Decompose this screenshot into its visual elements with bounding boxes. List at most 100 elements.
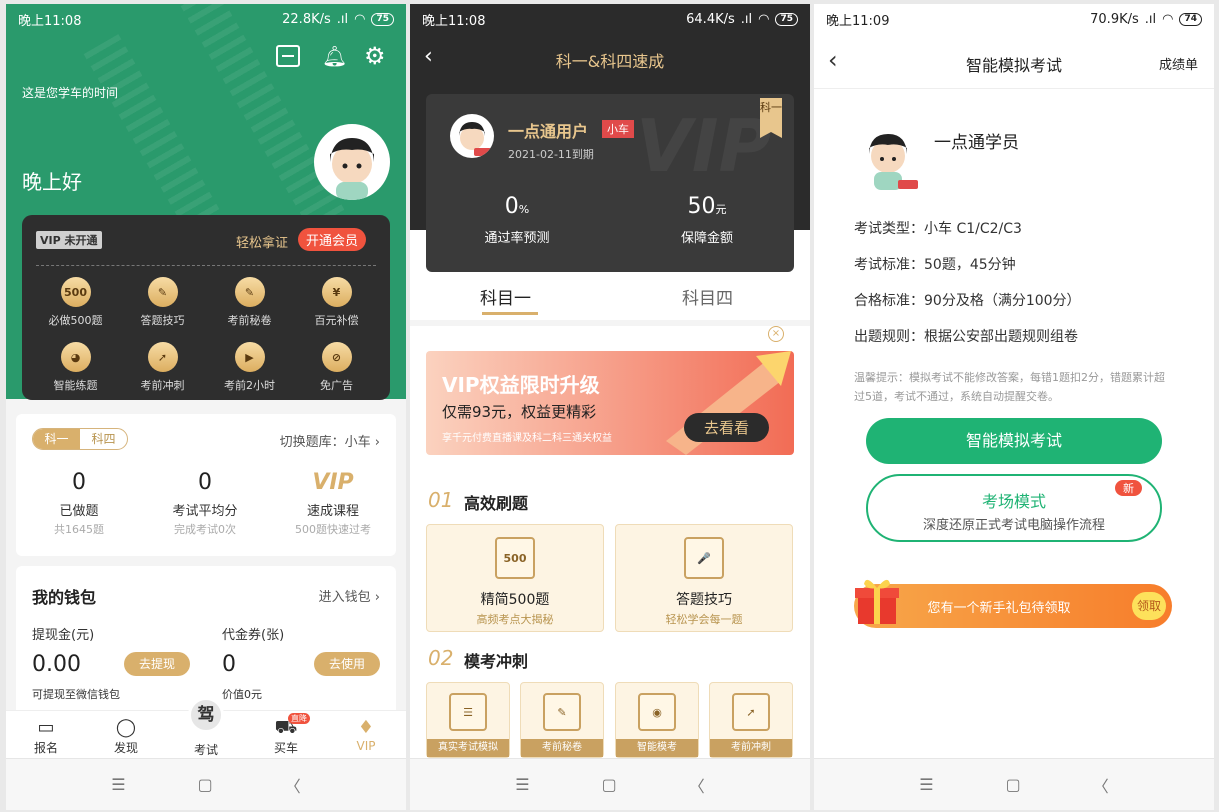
menu-key[interactable]: ☰ [111, 775, 125, 794]
stat-done[interactable]: 0 已做题 共1645题 [24, 470, 134, 537]
tab-ke4[interactable]: 科四 [80, 429, 127, 449]
status-time: 晚上11:08 [422, 13, 486, 29]
vip-feature-item[interactable]: 500 必做500题 [32, 277, 119, 328]
card-label: 考前秘卷 [521, 739, 603, 757]
pass-rate: 0% 通过率预测 [462, 194, 572, 246]
tab-vip[interactable]: ♦ VIP [326, 711, 406, 758]
avatar [450, 114, 494, 158]
exam-hall-mode-button[interactable]: 考场模式 深度还原正式考试电脑操作流程 新 [866, 474, 1162, 542]
subject-switch[interactable]: 科一 科四 [32, 428, 128, 450]
tab-label: 发现 [113, 741, 138, 755]
close-icon[interactable]: × [768, 326, 784, 342]
start-mock-exam-button[interactable]: 智能模拟考试 [866, 418, 1162, 464]
use-voucher-button[interactable]: 去使用 [314, 652, 380, 676]
withdraw-button[interactable]: 去提现 [124, 652, 190, 676]
home-key[interactable]: ▢ [198, 775, 213, 794]
feature-label: 智能练题 [53, 379, 98, 392]
stat-label: 考试平均分 [172, 504, 238, 519]
stat-value: 0 [198, 470, 212, 495]
tab-exam[interactable]: 驾考试 [166, 697, 246, 758]
section-number: 01 [428, 488, 454, 512]
card-title: 精简500题 [480, 592, 550, 608]
switch-bank-link[interactable]: 切换题库：小车 › [280, 431, 380, 450]
vip-feature-item[interactable]: ◕ 智能练题 [32, 342, 119, 393]
report-link[interactable]: 成绩单 [1159, 54, 1198, 73]
back-key[interactable]: 〈 [689, 773, 705, 797]
status-bar: 晚上11:08 64.4K/s .ıl ◠ 75 [410, 4, 810, 34]
net-speed: 70.9K/s [1090, 11, 1139, 27]
microphone-icon: 🎤 [684, 537, 724, 579]
vip-feature-item[interactable]: ➚ 考前冲刺 [119, 342, 206, 393]
discover-icon: ◯ [115, 717, 137, 738]
robot-icon: ◉ [638, 693, 676, 731]
bell-icon[interactable]: 🔔︎ [322, 44, 347, 68]
claim-gift-button[interactable]: 领取 [1132, 592, 1166, 620]
tab-buy-car[interactable]: 直降 ⛟ 买车 [246, 711, 326, 758]
home-key[interactable]: ▢ [602, 775, 617, 794]
home-key[interactable]: ▢ [1006, 775, 1021, 794]
phone-mock-exam: 晚上11:09 70.9K/s .ıl ◠ 74 ‹ 智能模拟考试 成绩单 一点通学员… [814, 4, 1214, 810]
500-icon: 500 [60, 277, 91, 307]
card-label: 真实考试模拟 [427, 739, 509, 757]
tab-discover[interactable]: ◯ 发现 [86, 711, 166, 758]
net-speed: 64.4K/s [686, 11, 735, 27]
tab-subject-1[interactable]: 科目一 [480, 284, 531, 309]
user-name: 一点通用户 [508, 122, 589, 141]
feature-label: 考前2小时 [224, 379, 275, 392]
info-value: 根据公安部出题规则组卷 [924, 329, 1078, 345]
stat-course[interactable]: VIP 速成课程 500题快速过考 [278, 470, 388, 537]
back-key[interactable]: 〈 [1093, 773, 1109, 797]
car-type-tag: 小车 [602, 120, 634, 138]
gear-icon[interactable]: ⚙ [364, 42, 386, 70]
feature-label: 考前秘卷 [227, 314, 272, 327]
info-key: 出题规则： [854, 329, 924, 345]
switch-bank-label: 切换题库：小车 [279, 435, 371, 450]
phone-home: 晚上11:08 22.8K/s .ıl ◠ 75 🔔︎ ⚙ 这是您学车的时间 晚上好 … [6, 4, 406, 810]
card-real-exam[interactable]: ☰ 真实考试模拟 [426, 682, 510, 758]
info-key: 考试类型： [854, 221, 924, 237]
card-500-questions[interactable]: 500 精简500题 高频考点大揭秘 [426, 524, 604, 632]
info-row: 合格标准：90分及格（满分100分） [854, 290, 1081, 310]
hall-mode-sub: 深度还原正式考试电脑操作流程 [922, 518, 1105, 533]
open-vip-button[interactable]: 开通会员 [298, 228, 367, 251]
signal-icon: .ıl [740, 11, 753, 27]
vip-user-card: VIP 一点通用户 小车 2021-02-11到期 科一 0% 通过率预测 50元… [426, 94, 794, 272]
checklist-icon: ☰ [449, 693, 487, 731]
tab-subject-4[interactable]: 科目四 [682, 284, 733, 309]
card-smart-exam[interactable]: ◉ 智能模考 [615, 682, 699, 758]
menu-key[interactable]: ☰ [515, 775, 529, 794]
wallet-card: 我的钱包 进入钱包 › 提现金(元) 0.00 去提现 可提现至微信钱包 代金券… [16, 566, 396, 716]
new-badge: 新 [1115, 480, 1142, 496]
divider [814, 88, 1214, 89]
system-nav-bar: ☰ ▢ 〈 [6, 758, 406, 810]
vip-feature-item[interactable]: ⊘ 免广告 [293, 342, 380, 393]
guarantee: 50元 保障金额 [652, 194, 762, 246]
tab-signup[interactable]: ▭ 报名 [6, 711, 86, 758]
stat-average[interactable]: 0 考试平均分 完成考试0次 [150, 470, 260, 537]
vip-feature-item[interactable]: ¥ 百元补偿 [293, 277, 380, 328]
tab-ke1[interactable]: 科一 [33, 429, 80, 449]
back-key[interactable]: 〈 [285, 773, 301, 797]
card-secret-paper[interactable]: ✎ 考前秘卷 [520, 682, 604, 758]
refund-icon: ¥ [321, 277, 352, 307]
runner-icon: ➚ [732, 693, 770, 731]
info-value: 90分及格（满分100分） [924, 293, 1081, 309]
stat-label: 已做题 [59, 504, 99, 519]
vip-feature-item[interactable]: ▶ 考前2小时 [206, 342, 293, 393]
status-time: 晚上11:09 [826, 13, 890, 29]
banner-title: VIP权益限时升级 [442, 373, 600, 397]
scan-icon[interactable] [276, 45, 300, 67]
banner-view-button[interactable]: 去看看 [684, 413, 770, 442]
vip-feature-item[interactable]: ✎ 答题技巧 [119, 277, 206, 328]
info-key: 考试标准： [854, 257, 924, 273]
vip-feature-grid: 500 必做500题 ✎ 答题技巧 ✎ 考前秘卷 ¥ 百元补偿 ◕ 智能练题 ➚ 考前冲刺 ▶ 考前2小时… [32, 277, 380, 393]
card-answer-tips[interactable]: 🎤 答题技巧 轻松学会每一题 [615, 524, 793, 632]
enter-wallet-link[interactable]: 进入钱包 › [319, 586, 380, 605]
avatar[interactable] [314, 124, 390, 200]
vip-feature-item[interactable]: ✎ 考前秘卷 [206, 277, 293, 328]
menu-key[interactable]: ☰ [919, 775, 933, 794]
card-title: 答题技巧 [676, 592, 732, 608]
card-final-sprint[interactable]: ➚ 考前冲刺 [709, 682, 793, 758]
vip-upgrade-banner[interactable]: VIP权益限时升级 仅需93元，权益更精彩 享千元付费直播课及科二科三通关权益 … [426, 351, 794, 455]
video-icon: ▶ [234, 342, 265, 372]
